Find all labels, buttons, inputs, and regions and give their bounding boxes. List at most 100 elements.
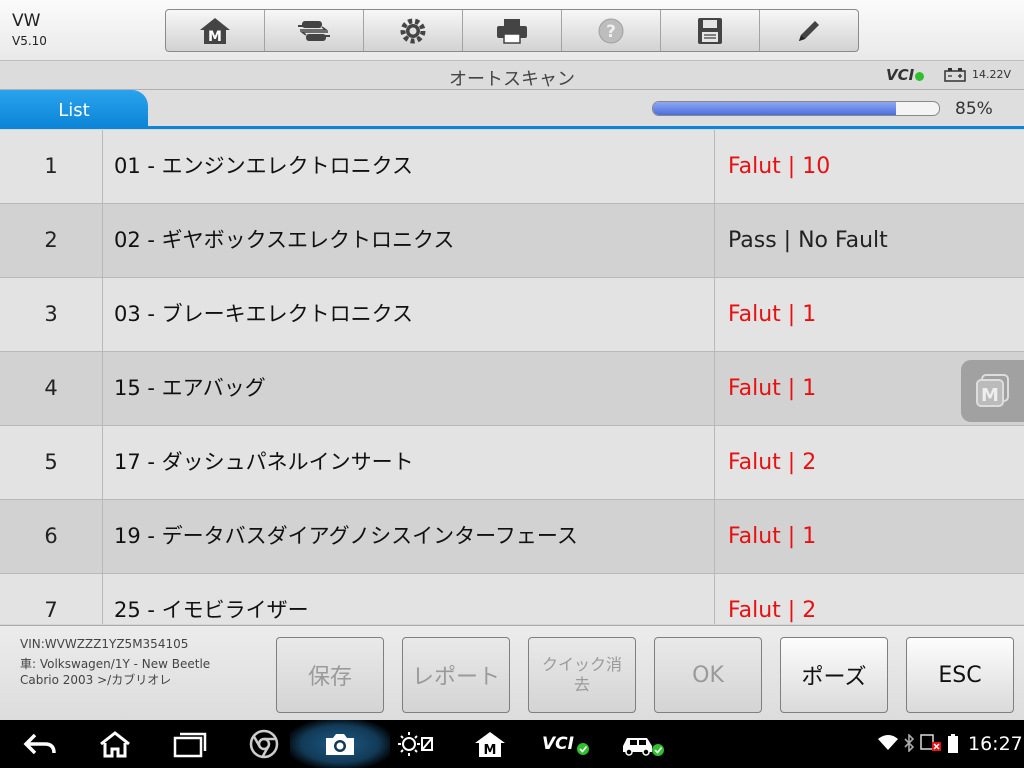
home-m-icon: M [200, 17, 230, 45]
battery-icon [948, 734, 958, 753]
vehicle-model-line1: 車: Volkswagen/1Y - New Beetle [20, 657, 211, 671]
svg-text:M: M [484, 743, 497, 758]
svg-text:?: ? [606, 22, 616, 42]
signal-warning-icon [920, 734, 941, 751]
save-disk-icon [698, 17, 722, 44]
table-row[interactable]: 5 17 - ダッシュパネルインサート Falut | 2 [0, 426, 1024, 500]
module-status: Falut | 1 [728, 524, 817, 549]
module-name: 19 - データバスダイアグノシスインターフェース [103, 500, 715, 573]
status-clock: 16:27 [968, 733, 1023, 755]
pencil-icon [799, 20, 819, 41]
module-name: 17 - ダッシュパネルインサート [103, 426, 715, 499]
screen-brightness-button[interactable] [398, 728, 434, 760]
scan-progress-fill [653, 102, 897, 115]
svg-text:M: M [208, 29, 222, 45]
row-number: 3 [0, 278, 103, 351]
camera-icon [326, 734, 354, 755]
module-list: 1 01 - エンジンエレクトロニクス Falut | 10 2 02 - ギヤボックス… [0, 130, 1024, 624]
table-row[interactable]: 7 25 - イモビライザー Falut | 2 [0, 574, 1024, 624]
home-nav-button[interactable] [97, 728, 133, 760]
home-button[interactable]: M [166, 10, 265, 51]
title-bar: オートスキャン VCI 14.22V [0, 61, 1024, 90]
help-icon: ? [598, 18, 624, 43]
back-arrow-icon [23, 733, 56, 755]
house-icon [100, 731, 130, 758]
scan-progress-percent: 85% [955, 99, 993, 119]
top-bar: VW V5.10 M ? [0, 0, 1024, 61]
row-number: 6 [0, 500, 103, 573]
bottom-action-bar: VIN:WVWZZZ1YZ5M354105 車: Volkswagen/1Y -… [0, 625, 1024, 721]
module-name: 03 - ブレーキエレクトロニクス [103, 278, 715, 351]
chrome-button[interactable] [246, 728, 282, 760]
help-button[interactable]: ? [562, 10, 661, 51]
gear-icon [400, 18, 426, 43]
table-row[interactable]: 4 15 - エアバッグ Falut | 1 [0, 352, 1024, 426]
table-row[interactable]: 1 01 - エンジンエレクトロニクス Falut | 10 [0, 130, 1024, 204]
scan-progress-bar [652, 101, 940, 116]
printer-icon [497, 18, 527, 44]
print-button[interactable] [463, 10, 562, 51]
battery-voltage-icon [944, 68, 966, 82]
table-row[interactable]: 6 19 - データバスダイアグノシスインターフェース Falut | 1 [0, 500, 1024, 574]
report-button[interactable]: レポート [402, 637, 510, 713]
row-number: 2 [0, 204, 103, 277]
floating-menu-button[interactable]: M [961, 360, 1024, 422]
bluetooth-icon [904, 734, 915, 752]
row-number: 4 [0, 352, 103, 425]
row-number: 7 [0, 574, 103, 624]
recent-apps-icon [173, 732, 207, 758]
battery-voltage: 14.22V [972, 68, 1012, 81]
tab-list[interactable]: List [0, 90, 148, 126]
vci-label: VCI [886, 66, 915, 84]
esc-button[interactable]: ESC [906, 637, 1014, 713]
tab-underline [0, 126, 1024, 129]
tab-row: List 85% [0, 90, 1024, 129]
chrome-icon [249, 729, 279, 759]
autel-home-button[interactable]: M [472, 728, 508, 760]
back-button[interactable] [22, 728, 58, 760]
camera-button[interactable] [322, 728, 358, 760]
vehicle-info: VIN:WVWZZZ1YZ5M354105 車: Volkswagen/1Y -… [20, 636, 260, 688]
module-status: Pass | No Fault [728, 228, 888, 253]
module-name: 02 - ギヤボックスエレクトロニクス [103, 204, 715, 277]
home-m-icon: M [475, 732, 505, 758]
svg-text:M: M [981, 385, 999, 406]
vci-status: VCI [886, 66, 925, 84]
module-name: 25 - イモビライザー [103, 574, 715, 624]
pause-button[interactable]: ポーズ [780, 637, 888, 713]
page-title: オートスキャン [449, 69, 575, 90]
recent-apps-button[interactable] [172, 728, 208, 760]
module-name: 01 - エンジンエレクトロニクス [103, 130, 715, 203]
quick-erase-button[interactable]: クイック消去 [528, 637, 636, 713]
app-name: VW [12, 11, 41, 31]
edit-button[interactable] [760, 10, 858, 51]
module-name: 15 - エアバッグ [103, 352, 715, 425]
vci-nav-button[interactable]: VCI [540, 728, 590, 760]
car-check-icon [623, 738, 664, 756]
main-toolbar: M ? [165, 9, 859, 52]
vehicle-model-line2: Cabrio 2003 >/カブリオレ [20, 673, 172, 687]
vci-icon: VCI [542, 734, 589, 755]
row-number: 5 [0, 426, 103, 499]
save-report-button[interactable]: 保存 [276, 637, 384, 713]
car-swap-icon [298, 20, 330, 41]
module-status: Falut | 2 [728, 450, 817, 475]
vehicle-switch-button[interactable] [265, 10, 364, 51]
settings-button[interactable] [364, 10, 463, 51]
ok-button[interactable]: OK [654, 637, 762, 713]
table-row[interactable]: 2 02 - ギヤボックスエレクトロニクス Pass | No Fault [0, 204, 1024, 278]
save-button[interactable] [661, 10, 760, 51]
app-info: VW V5.10 [12, 12, 47, 48]
wifi-icon [878, 735, 898, 750]
m-logo-icon: M [975, 374, 1009, 407]
system-nav-bar: M VCI 16:27 [0, 720, 1024, 768]
table-row[interactable]: 3 03 - ブレーキエレクトロニクス Falut | 1 [0, 278, 1024, 352]
module-status: Falut | 10 [728, 154, 831, 179]
vci-connected-icon [915, 72, 925, 81]
svg-text:VCI: VCI [542, 734, 574, 754]
module-status: Falut | 1 [728, 302, 817, 327]
vehicle-nav-button[interactable] [620, 728, 666, 760]
brightness-icon [398, 732, 433, 756]
vin-text: VIN:WVWZZZ1YZ5M354105 [20, 637, 189, 651]
app-version: V5.10 [12, 34, 47, 48]
